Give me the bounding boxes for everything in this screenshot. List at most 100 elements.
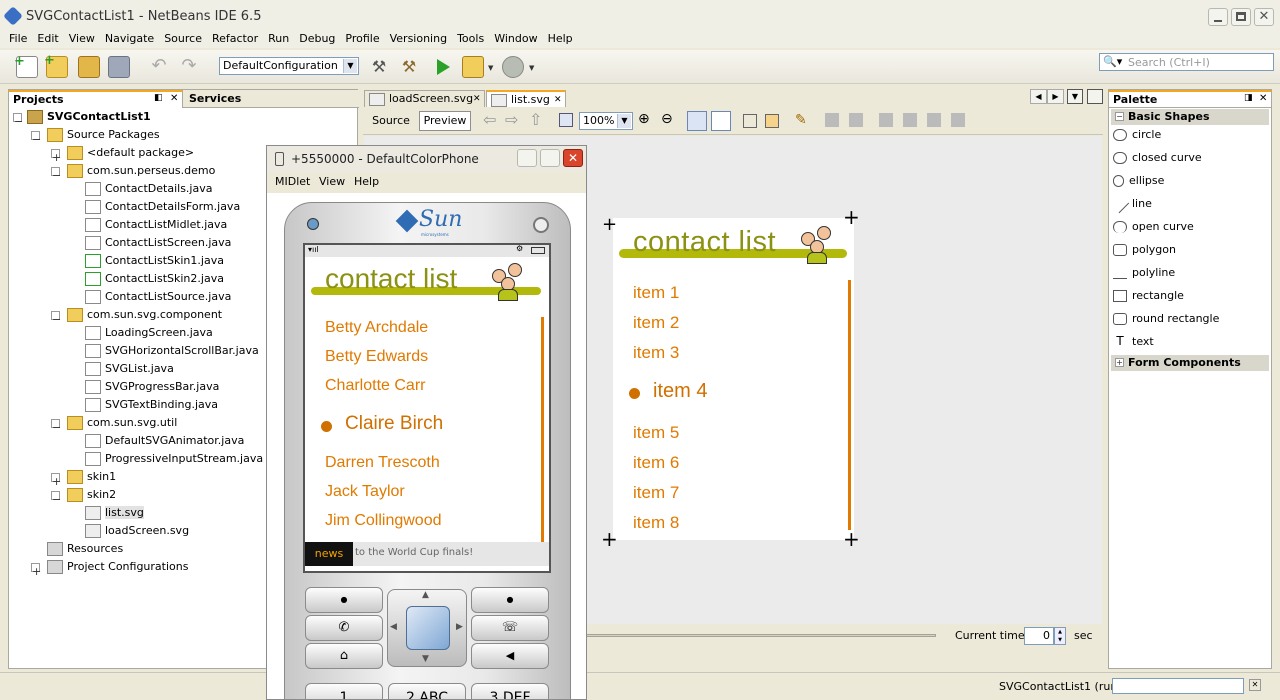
contact-item[interactable]: Jim Collingwood: [325, 512, 442, 530]
copy-icon[interactable]: [825, 113, 839, 127]
menu-run[interactable]: Run: [263, 30, 294, 48]
tree-node-source-packages[interactable]: Source Packages: [47, 127, 160, 143]
tree-expand-icon[interactable]: −: [51, 311, 61, 326]
contact-item[interactable]: Charlotte Carr: [325, 377, 425, 395]
tab-projects-menu-icon[interactable]: ◧: [154, 93, 163, 103]
zoom-out-icon[interactable]: ⊖: [661, 111, 673, 127]
tree-node-file[interactable]: ContactListSkin1.java: [85, 253, 224, 269]
menu-help[interactable]: Help: [543, 30, 578, 48]
tree-node-default-package[interactable]: <default package>: [67, 145, 194, 161]
resize-handle[interactable]: +: [601, 529, 618, 549]
debug-dropdown-icon[interactable]: ▼: [488, 64, 493, 72]
menu-file[interactable]: File: [4, 30, 32, 48]
speaker-button[interactable]: [307, 218, 319, 230]
select-region-icon[interactable]: [711, 111, 731, 131]
new-file-icon[interactable]: +: [14, 54, 38, 78]
up-arrow-icon[interactable]: ⇧: [529, 110, 542, 129]
right-soft-key[interactable]: ●: [471, 587, 549, 613]
palette-item-rectangle[interactable]: rectangle: [1113, 288, 1184, 304]
tree-node-file[interactable]: SVGProgressBar.java: [85, 379, 219, 395]
forward-arrow-icon[interactable]: ⇨: [505, 110, 518, 129]
debug-icon[interactable]: [462, 56, 484, 78]
scroll-right-icon[interactable]: ▶: [1047, 89, 1064, 104]
tab-services[interactable]: Services: [185, 92, 241, 108]
tree-expand-icon[interactable]: −: [51, 167, 61, 182]
end-key[interactable]: ☏: [471, 615, 549, 641]
palette-item-closed-curve[interactable]: closed curve: [1113, 150, 1202, 166]
scroll-left-icon[interactable]: ◀: [1030, 89, 1047, 104]
tree-node-file[interactable]: ContactDetails.java: [85, 181, 212, 197]
tree-expand-icon[interactable]: +: [31, 563, 41, 578]
palette-menu-icon[interactable]: ◨: [1244, 93, 1253, 103]
tree-node-file[interactable]: loadScreen.svg: [85, 523, 189, 539]
undo-icon[interactable]: ↶: [148, 56, 170, 78]
menu-debug[interactable]: Debug: [294, 30, 340, 48]
tab-list-svg[interactable]: list.svg ✕: [486, 90, 566, 107]
tree-node-file[interactable]: ContactListSkin2.java: [85, 271, 224, 287]
tree-expand-icon[interactable]: −: [13, 113, 23, 128]
tab-close-icon[interactable]: ✕: [554, 92, 562, 108]
emulator-menu-midlet[interactable]: MIDlet: [275, 175, 310, 188]
tree-expand-icon[interactable]: −: [51, 419, 61, 434]
menu-profile[interactable]: Profile: [340, 30, 384, 48]
align-icon[interactable]: [879, 113, 893, 127]
screenshot-icon[interactable]: [765, 114, 779, 128]
search-box[interactable]: 🔍▾ Search (Ctrl+I): [1099, 53, 1274, 71]
contact-item-selected[interactable]: Claire Birch: [345, 413, 443, 435]
save-all-icon[interactable]: [108, 56, 130, 78]
tree-expand-icon[interactable]: −: [51, 491, 61, 506]
new-project-icon[interactable]: +: [44, 53, 68, 78]
power-button[interactable]: [533, 217, 549, 233]
tree-expand-icon[interactable]: +: [51, 473, 61, 488]
align-icon[interactable]: [951, 113, 965, 127]
call-key[interactable]: ✆: [305, 615, 383, 641]
palette-item-circle[interactable]: circle: [1113, 127, 1161, 143]
minimize-button[interactable]: [1208, 8, 1228, 26]
contact-item[interactable]: Darren Trescoth: [325, 454, 440, 472]
tree-node-project-configurations[interactable]: Project Configurations: [47, 559, 188, 575]
dpad-right-icon[interactable]: ▶: [456, 622, 463, 632]
resize-handle[interactable]: +: [843, 529, 860, 549]
palette-close-icon[interactable]: ✕: [1259, 93, 1267, 104]
fit-icon[interactable]: [559, 113, 573, 127]
maximize-button[interactable]: [1231, 8, 1251, 26]
open-project-icon[interactable]: [78, 56, 100, 78]
dpad-select-button[interactable]: [406, 606, 450, 650]
current-time-input[interactable]: 0: [1024, 627, 1054, 645]
menu-refactor[interactable]: Refactor: [207, 30, 263, 48]
category-basic-shapes[interactable]: − Basic Shapes: [1111, 109, 1269, 125]
palette-item-line[interactable]: line: [1110, 194, 1152, 214]
contact-item[interactable]: Betty Archdale: [325, 319, 428, 337]
menu-edit[interactable]: Edit: [32, 30, 63, 48]
palette-item-text[interactable]: Ttext: [1113, 334, 1153, 350]
back-key[interactable]: ◀: [471, 643, 549, 669]
tree-node-file[interactable]: LoadingScreen.java: [85, 325, 213, 341]
tree-node-file[interactable]: SVGTextBinding.java: [85, 397, 218, 413]
key-3[interactable]: 3 DEF: [471, 683, 549, 699]
menu-view[interactable]: View: [64, 30, 100, 48]
open-external-icon[interactable]: [743, 114, 757, 128]
phone-screen[interactable]: ▾ııl ⚙ contact list Betty Archdale Betty…: [303, 243, 551, 573]
preview-button[interactable]: Preview: [419, 111, 471, 131]
tree-expand-icon[interactable]: +: [51, 149, 61, 164]
profile-dropdown-icon[interactable]: ▼: [529, 64, 534, 72]
tree-node-file[interactable]: ProgressiveInputStream.java: [85, 451, 263, 467]
resize-handle[interactable]: +: [843, 207, 860, 227]
tree-node-package[interactable]: com.sun.svg.util: [67, 415, 177, 431]
dpad-down-icon[interactable]: ▼: [422, 654, 429, 664]
menu-source[interactable]: Source: [159, 30, 207, 48]
tab-list-dropdown-icon[interactable]: ▼: [1067, 89, 1083, 104]
tab-projects-close-icon[interactable]: ✕: [170, 93, 178, 104]
menu-navigate[interactable]: Navigate: [100, 30, 159, 48]
key-2[interactable]: 2 ABC: [388, 683, 466, 699]
palette-item-round-rectangle[interactable]: round rectangle: [1113, 311, 1219, 327]
emulator-minimize-button[interactable]: [517, 149, 537, 167]
build-hammer-icon[interactable]: ⚒: [368, 56, 390, 78]
category-form-components[interactable]: + Form Components: [1111, 355, 1269, 371]
tree-node-file[interactable]: ContactListSource.java: [85, 289, 231, 305]
dpad[interactable]: ▲ ▼ ◀ ▶: [387, 589, 467, 667]
tree-node-package[interactable]: skin2: [67, 487, 116, 503]
redo-icon[interactable]: ↷: [178, 56, 200, 78]
menu-window[interactable]: Window: [489, 30, 542, 48]
tree-node-file[interactable]: ContactListMidlet.java: [85, 217, 227, 233]
